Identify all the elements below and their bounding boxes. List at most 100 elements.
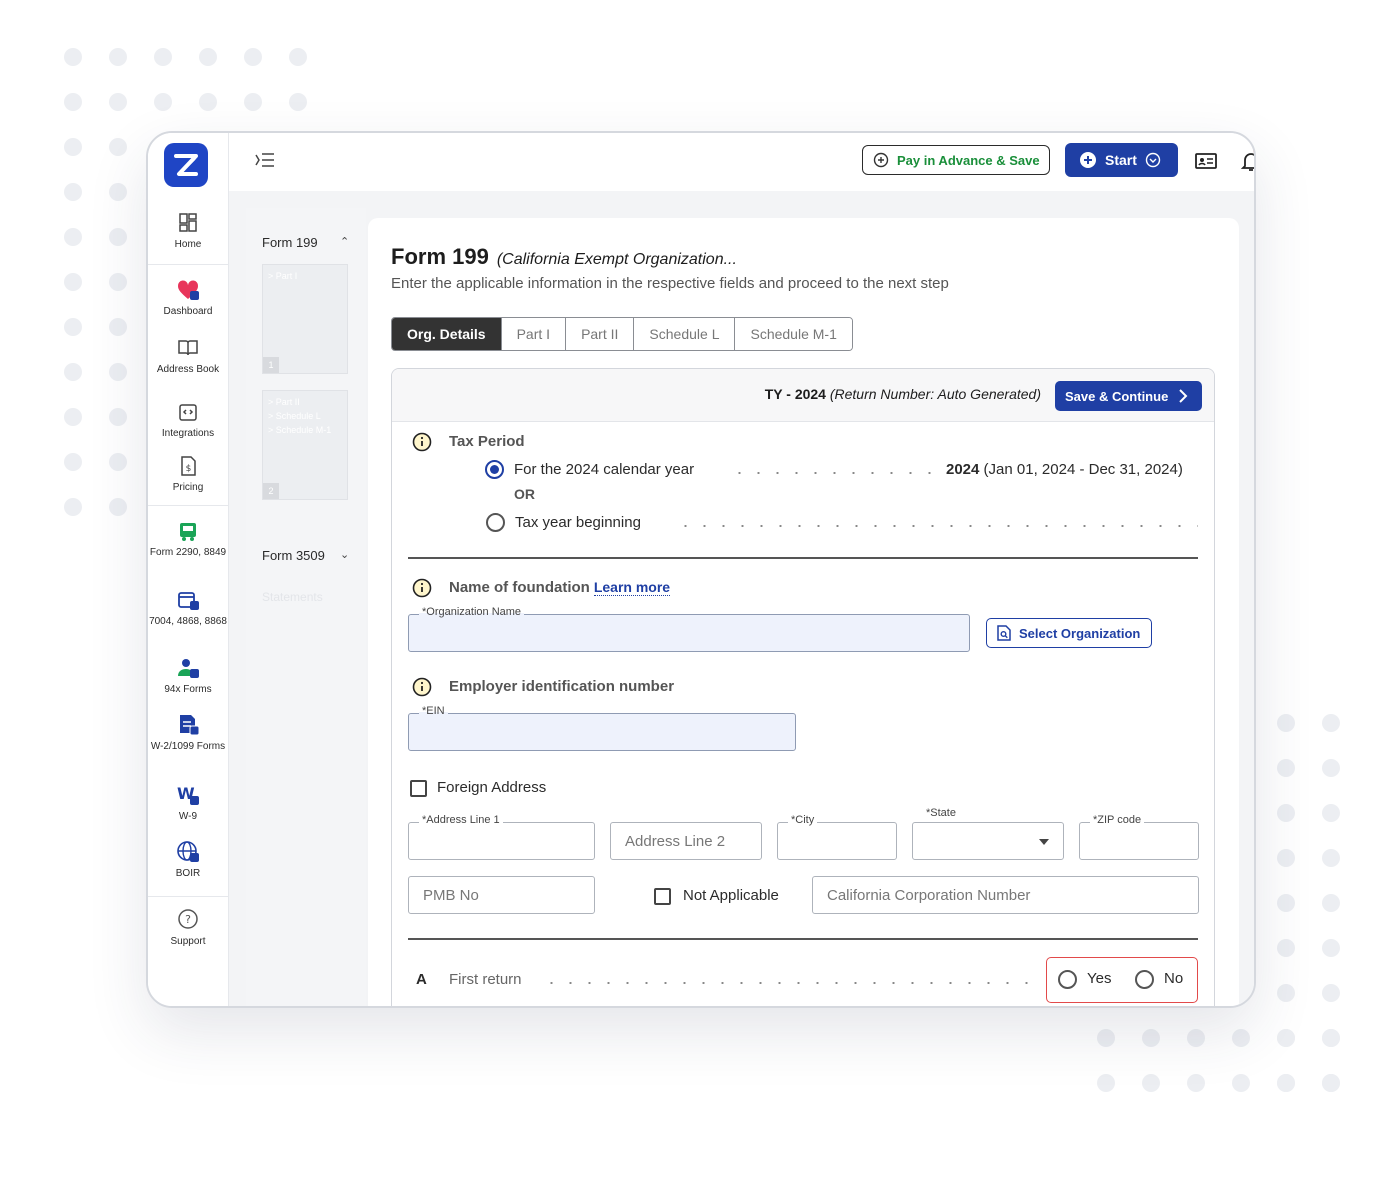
pmb-input[interactable]: PMB No [408,876,595,914]
not-applicable-checkbox[interactable] [654,888,671,905]
tab-part-1[interactable]: Part I [501,318,567,350]
globe-icon [177,841,199,862]
calendar-year-radio[interactable] [485,460,504,479]
tab-part-2[interactable]: Part II [566,318,635,350]
chevron-down-circle-icon [1145,152,1161,168]
pay-in-advance-button[interactable]: Pay in Advance & Save [862,145,1050,175]
home-grid-icon [179,213,197,232]
field-placeholder: California Corporation Number [827,887,1031,904]
foreign-address-checkbox[interactable] [410,780,427,797]
sidebar-item-label: Form 2290, 8849 [149,547,227,558]
save-label: Save & Continue [1065,388,1169,404]
chevron-down-icon[interactable]: ⌄ [340,548,349,561]
or-label: OR [514,486,535,502]
state-select[interactable]: *State [912,807,1064,860]
address-line2-input[interactable]: Address Line 2 [610,822,762,860]
dot-leader [730,472,942,474]
app-logo[interactable] [164,143,208,187]
tax-year-beginning-radio[interactable] [486,513,505,532]
tax-year-beginning-label: Tax year beginning [515,514,641,531]
info-icon[interactable] [412,432,432,452]
integrations-icon [179,404,197,421]
form-panel: Form 199 (California Exempt Organization.… [368,218,1239,1006]
first-return-no-radio[interactable] [1135,970,1154,989]
page-title: Form 199 (California Exempt Organization.… [391,244,737,270]
sidebar-item-form-2290[interactable]: Form 2290, 8849 [148,519,228,558]
learn-more-link[interactable]: Learn more [593,579,671,596]
sidebar-item-pricing[interactable]: $ Pricing [148,454,228,493]
info-icon[interactable] [412,677,432,697]
foreign-address-label: Foreign Address [437,779,547,796]
page-thumbnail[interactable]: > Part I 1 [262,264,348,374]
dot-leader [542,982,1034,984]
thumb-label: > Schedule L [268,411,321,421]
first-return-label: First return [449,971,522,988]
form-3509-nav[interactable]: Form 3509 [262,548,325,563]
foundation-title: Name of foundation Learn more [449,579,671,596]
first-return-yes-radio[interactable] [1058,970,1077,989]
sidebar-item-support[interactable]: ? Support [148,908,228,947]
sidebar-item-label: Integrations [161,428,215,439]
tab-schedule-l[interactable]: Schedule L [634,318,736,350]
divider [148,896,228,897]
ein-title: Employer identification number [449,678,675,695]
sidebar-item-label: 94x Forms [164,684,212,695]
document-icon [180,715,200,736]
section-divider [408,938,1198,940]
info-icon[interactable] [412,578,432,598]
page-number: 2 [263,483,279,499]
form-199-nav[interactable]: Form 199 [262,235,318,250]
chevron-up-icon[interactable]: ⌃ [340,235,349,248]
yes-label: Yes [1087,970,1112,987]
id-card-icon[interactable] [1194,149,1218,173]
field-placeholder: Address Line 2 [625,833,726,850]
first-return-options: Yes No [1046,957,1198,1003]
pay-label: Pay in Advance & Save [897,152,1040,168]
sidebar-item-dashboard[interactable]: Dashboard [148,278,228,317]
start-button[interactable]: Start [1065,143,1178,177]
calendar-year-label: For the 2024 calendar year [514,461,695,478]
city-input[interactable]: *City [777,814,897,860]
org-details-form: TY - 2024 (Return Number: Auto Generated… [391,368,1215,1006]
menu-collapse-icon[interactable] [255,152,275,168]
address-line1-input[interactable]: *Address Line 1 [408,814,595,860]
decor-dots [64,48,307,111]
sidebar-item-label: Home [174,239,202,250]
thumb-label: > Part II [268,397,300,407]
sidebar-item-extensions[interactable]: 7004, 4868, 8868 [148,588,228,627]
year-range: (Jan 01, 2024 - Dec 31, 2024) [983,461,1183,478]
sidebar-item-boir[interactable]: BOIR [148,840,228,879]
sidebar-item-integrations[interactable]: Integrations [148,400,228,439]
decor-dots [64,138,127,516]
sidebar-item-home[interactable]: Home [148,211,228,250]
ein-input[interactable]: *EIN [408,705,796,751]
sidebar-item-label: Address Book [156,364,220,375]
sidebar-item-address-book[interactable]: Address Book [148,336,228,375]
california-corp-number-input[interactable]: California Corporation Number [812,876,1199,914]
save-continue-button[interactable]: Save & Continue [1055,381,1202,411]
zip-code-input[interactable]: *ZIP code [1079,814,1199,860]
svg-text:?: ? [185,913,191,926]
svg-text:$: $ [186,464,192,474]
sidebar-item-label: Support [170,936,206,947]
calendar-year-value: 2024 (Jan 01, 2024 - Dec 31, 2024) [946,461,1183,478]
question-icon: ? [178,909,198,929]
organization-name-input[interactable]: *Organization Name [408,606,970,652]
sidebar-item-label: Pricing [172,482,204,493]
field-label: *State [926,807,956,819]
tax-year-label: TY - 2024 (Return Number: Auto Generated… [765,386,1041,402]
page-thumbnail[interactable]: > Part II > Schedule L > Schedule M-1 2 [262,390,348,500]
app-window: Home Dashboard Address Book Integrations… [146,131,1256,1008]
thumb-label: > Schedule M-1 [268,425,332,435]
tab-schedule-m1[interactable]: Schedule M-1 [735,318,852,350]
field-label: *Address Line 1 [419,814,503,826]
sidebar-item-94x-forms[interactable]: 94x Forms [148,656,228,695]
document-search-icon [997,625,1011,641]
sidebar-item-w2-1099[interactable]: W-2/1099 Forms [148,713,228,752]
sidebar-item-w9[interactable]: W W-9 [148,783,228,822]
statements-nav[interactable]: Statements [262,590,323,604]
pricing-icon: $ [181,456,196,476]
forms-nav: Form 199 ⌃ > Part I 1 > Part II > Schedu… [246,208,366,1006]
select-organization-button[interactable]: Select Organization [986,618,1152,648]
tab-org-details[interactable]: Org. Details [392,318,502,350]
